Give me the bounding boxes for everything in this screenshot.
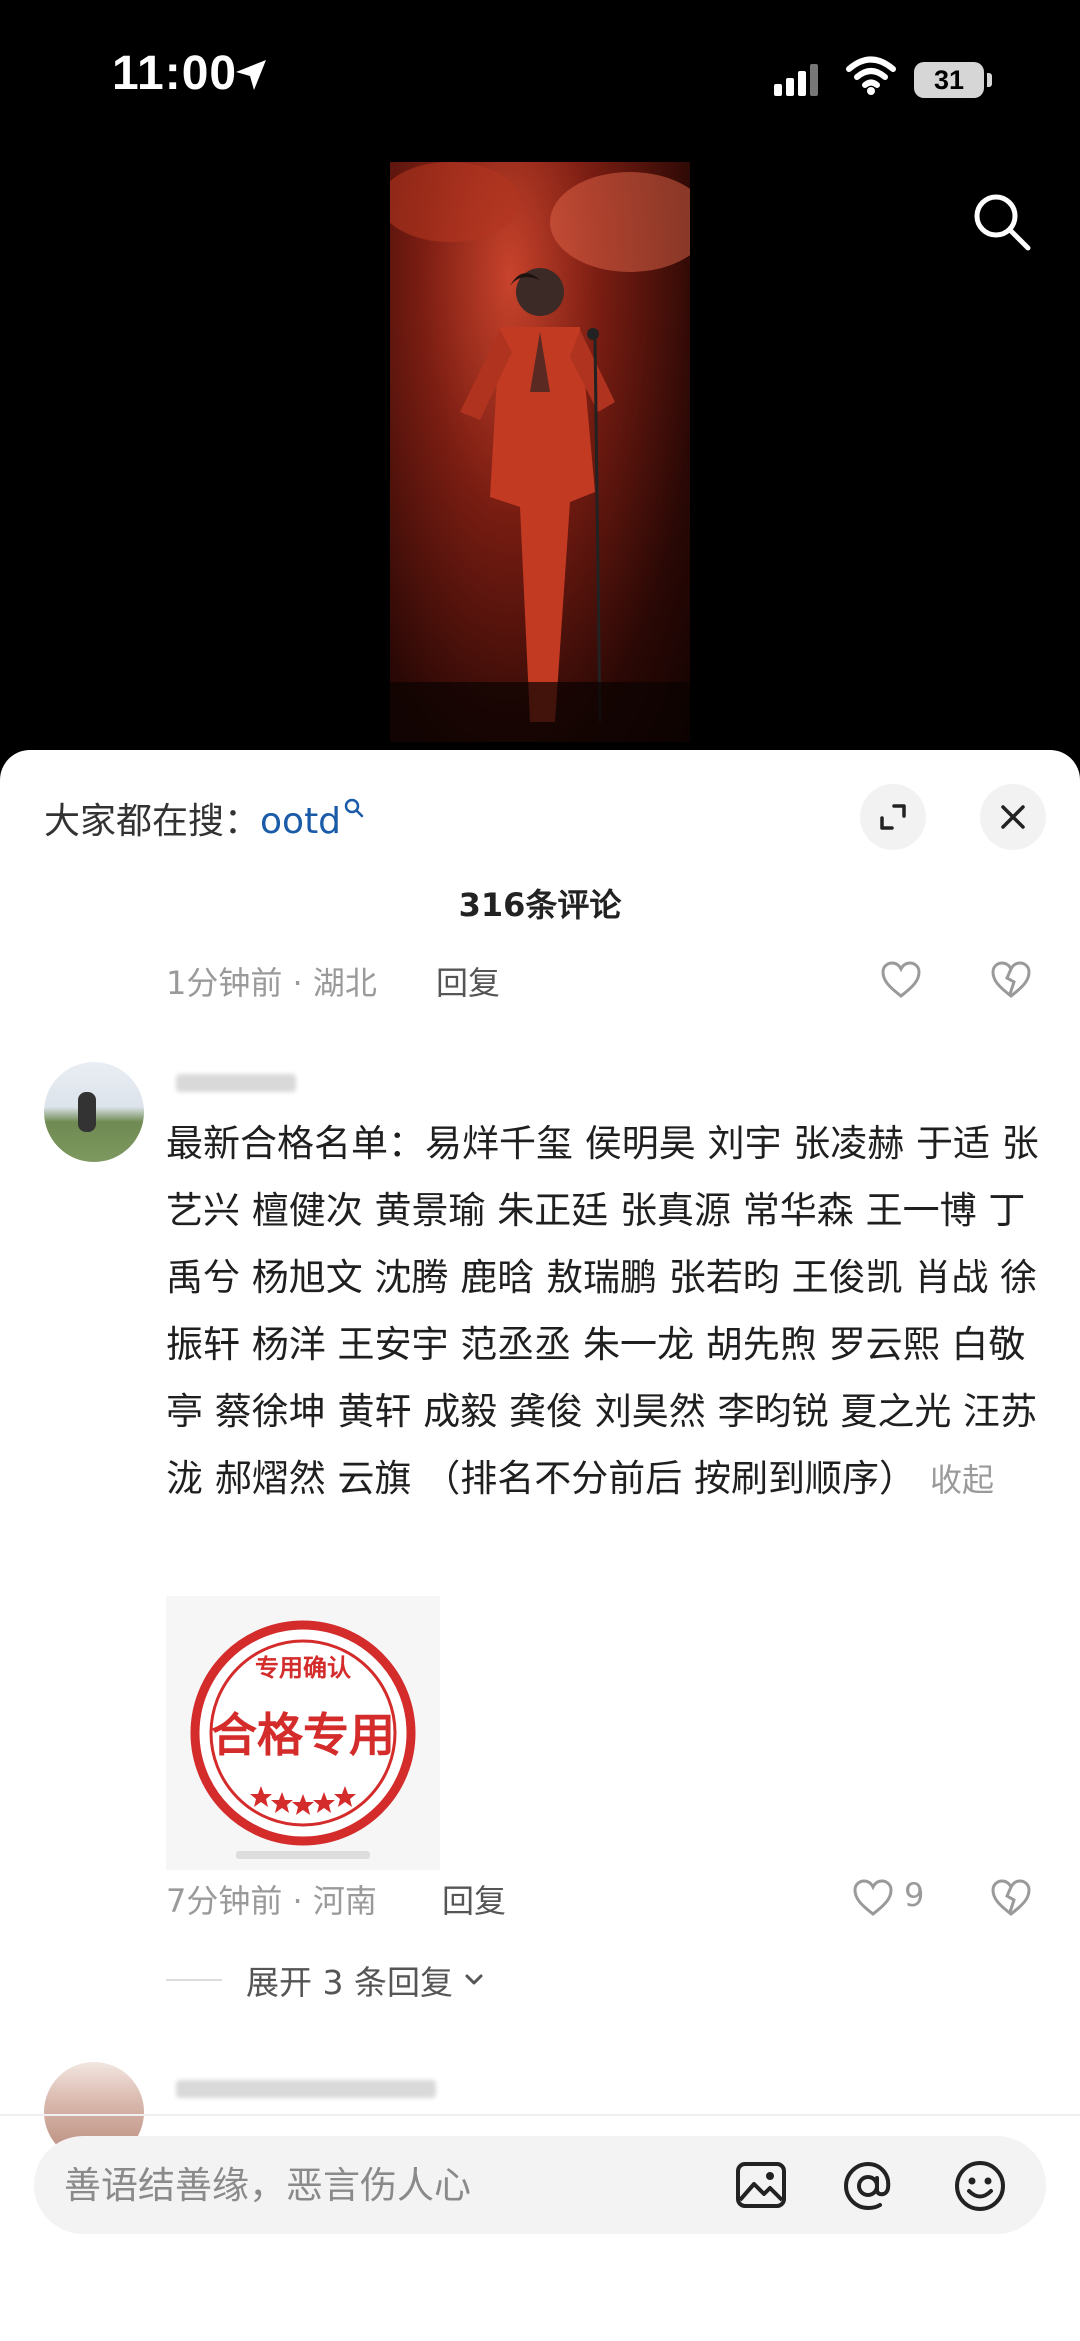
like-icon[interactable]: [880, 960, 922, 1000]
status-bar: 11:00 31: [0, 0, 1080, 150]
comment-image[interactable]: 专用确认 合格专用: [166, 1596, 440, 1870]
username-blurred[interactable]: [176, 1074, 296, 1092]
hot-search-bar[interactable]: 大家都在搜：ootd: [44, 792, 365, 844]
like-icon[interactable]: [852, 1878, 894, 1918]
comment-reply-button[interactable]: 回复: [442, 1876, 506, 1922]
dislike-icon[interactable]: [990, 960, 1032, 1000]
search-icon[interactable]: [970, 190, 1034, 254]
status-time: 11:00: [112, 47, 238, 100]
close-icon: [1001, 805, 1025, 829]
comment-input-bar: [34, 2136, 1046, 2234]
expand-icon: [880, 804, 906, 830]
expand-replies-line: [166, 1979, 222, 1981]
prev-comment-reply-button[interactable]: 回复: [436, 958, 500, 1004]
prev-comment-meta: 1分钟前 · 湖北: [166, 964, 377, 1002]
comment-input[interactable]: [64, 2136, 724, 2234]
expand-sheet-button[interactable]: [860, 784, 926, 850]
image-picker-icon[interactable]: [734, 2158, 788, 2212]
expand-replies-button[interactable]: 展开 3 条回复: [166, 1956, 487, 2004]
expand-replies-label: 展开 3 条回复: [246, 1963, 453, 2002]
certification-stamp-image: 专用确认 合格专用: [190, 1620, 416, 1859]
dislike-icon[interactable]: [990, 1878, 1032, 1918]
close-sheet-button[interactable]: [980, 784, 1046, 850]
like-count: 9: [904, 1876, 925, 1914]
comment-sheet: 大家都在搜：ootd 316条评论 1分钟前 · 湖北 回复 最新合格名单：易烊…: [0, 750, 1080, 2341]
cellular-signal-icon: [774, 64, 818, 96]
comment-text: 最新合格名单：易烊千玺 侯明昊 刘宇 张凌赫 于适 张艺兴 檀健次 黄景瑜 朱正…: [166, 1122, 1039, 1500]
chevron-down-icon: [465, 1974, 483, 1985]
comment-body: 最新合格名单：易烊千玺 侯明昊 刘宇 张凌赫 于适 张艺兴 檀健次 黄景瑜 朱正…: [166, 1110, 1046, 1514]
comment-meta: 7分钟前 · 河南: [166, 1882, 377, 1920]
emoji-icon[interactable]: [952, 2158, 1008, 2214]
hot-search-label: 大家都在搜：: [44, 801, 261, 842]
avatar[interactable]: [44, 1062, 144, 1162]
comment-count-title: 316条评论: [458, 886, 622, 924]
location-arrow-icon: [236, 60, 266, 90]
wifi-icon: [846, 56, 896, 95]
battery-cap: [987, 73, 992, 87]
username-blurred[interactable]: [176, 2080, 436, 2098]
stamp-top-text: 专用确认: [255, 1653, 351, 1682]
performer-figure: [390, 162, 690, 742]
input-divider: [0, 2114, 1080, 2116]
battery-indicator: 31: [914, 62, 984, 98]
video-player[interactable]: [390, 162, 690, 742]
stamp-main-text: 合格专用: [211, 1708, 395, 1762]
hot-search-keyword[interactable]: ootd: [260, 801, 341, 842]
small-search-icon: [344, 798, 364, 818]
mention-icon[interactable]: [840, 2158, 896, 2214]
collapse-button[interactable]: 收起: [930, 1461, 994, 1499]
